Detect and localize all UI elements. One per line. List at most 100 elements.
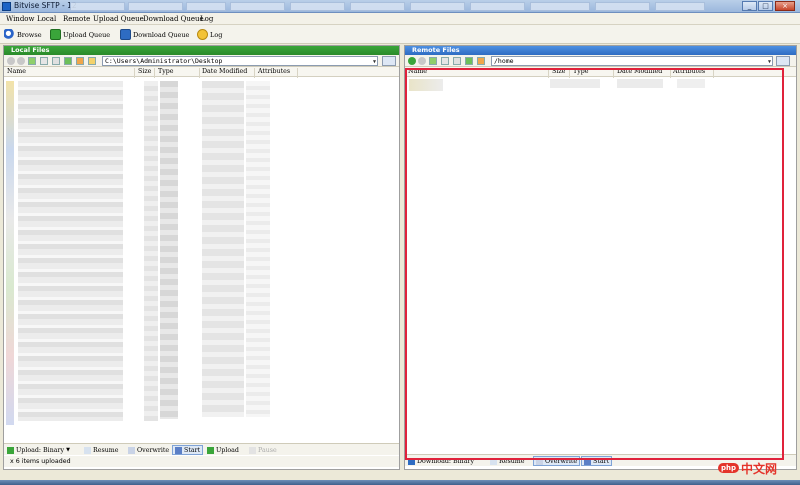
column-attributes[interactable]: Attributes	[258, 68, 290, 75]
pause-button[interactable]: Pause	[249, 445, 277, 455]
remote-path-input[interactable]: /home ▼	[491, 56, 773, 66]
resume-icon	[490, 457, 497, 465]
delete-icon[interactable]	[453, 57, 461, 65]
home-icon[interactable]	[477, 57, 485, 65]
column-size[interactable]: Size	[138, 68, 151, 75]
resume-button[interactable]: Resume	[490, 456, 524, 466]
up-folder-icon[interactable]	[28, 57, 36, 65]
local-transfer-bar: Upload: Binary ▼ Resume Overwrite Start …	[4, 443, 399, 455]
remote-files-pane: Remote Files /home ▼ Name Size Type Date…	[404, 45, 797, 470]
column-size[interactable]: Size	[552, 68, 565, 75]
upload-mode-icon	[7, 446, 14, 454]
taskbar-tab[interactable]	[595, 2, 650, 11]
refresh-icon[interactable]	[465, 57, 473, 65]
local-path-row: C:\Users\Administrator\Desktop ▼	[4, 55, 399, 67]
file-icon-column	[6, 81, 14, 425]
close-button[interactable]: ×	[775, 1, 795, 11]
taskbar-tab[interactable]	[530, 2, 590, 11]
upload-queue-button[interactable]: Upload Queue	[50, 27, 110, 42]
upload-mode-select[interactable]: Upload: Binary ▼	[7, 445, 70, 455]
download-mode-select[interactable]: Download: Binary	[408, 456, 474, 466]
windows-taskbar	[0, 480, 800, 485]
file-attr-column	[246, 81, 270, 417]
file-date-column	[202, 81, 244, 417]
folder-icon[interactable]	[88, 57, 96, 65]
start-button[interactable]: Start	[581, 456, 613, 466]
column-name[interactable]: Name	[7, 68, 26, 75]
overwrite-button[interactable]: Overwrite	[128, 445, 169, 455]
menu-log[interactable]: Log	[200, 15, 213, 23]
forward-icon[interactable]	[17, 57, 25, 65]
upload-arrow-icon	[50, 29, 61, 40]
taskbar-tab[interactable]	[186, 2, 226, 11]
menu-local[interactable]: Local	[37, 15, 56, 23]
log-icon	[197, 29, 208, 40]
app-icon	[2, 2, 11, 11]
local-files-pane: Local Files C:\Users\Administrator\Deskt…	[3, 45, 400, 470]
file-size-column	[144, 81, 158, 421]
overwrite-label: Overwrite	[545, 457, 578, 465]
file-name-column	[18, 81, 123, 421]
local-path-input[interactable]: C:\Users\Administrator\Desktop ▼	[102, 56, 378, 66]
new-folder-icon[interactable]	[40, 57, 48, 65]
remote-file-attr	[677, 79, 705, 88]
upload-queue-label: Upload Queue	[63, 30, 111, 39]
menu-download-queue[interactable]: Download Queue	[143, 15, 204, 23]
download-queue-button[interactable]: Download Queue	[120, 27, 189, 42]
refresh-icon[interactable]	[64, 57, 72, 65]
taskbar-tab[interactable]	[230, 2, 285, 11]
taskbar-tab[interactable]	[410, 2, 465, 11]
forward-icon[interactable]	[418, 57, 426, 65]
taskbar-tab[interactable]	[290, 2, 345, 11]
column-type[interactable]: Type	[158, 68, 174, 75]
column-date-modified[interactable]: Date Modified	[617, 68, 662, 75]
watermark-php: php	[718, 463, 740, 473]
magnifier-icon	[4, 29, 15, 40]
resume-label: Resume	[93, 446, 119, 454]
chevron-down-icon: ▼	[66, 447, 70, 453]
column-attributes[interactable]: Attributes	[673, 68, 705, 75]
column-date-modified[interactable]: Date Modified	[202, 68, 247, 75]
column-type[interactable]: Type	[573, 68, 589, 75]
local-path-text: C:\Users\Administrator\Desktop	[105, 57, 223, 65]
maximize-button[interactable]: □	[758, 1, 773, 11]
resume-button[interactable]: Resume	[84, 445, 118, 455]
menu-upload-queue[interactable]: Upload Queue	[93, 15, 144, 23]
remote-files-header: Remote Files	[405, 46, 796, 55]
remote-column-header: Name Size Type Date Modified Attributes	[405, 67, 796, 78]
chevron-down-icon[interactable]: ▼	[373, 58, 376, 66]
upload-label: Upload	[216, 446, 239, 454]
remote-file-list[interactable]	[405, 77, 796, 431]
back-icon[interactable]	[408, 57, 416, 65]
delete-icon[interactable]	[52, 57, 60, 65]
overwrite-button[interactable]: Overwrite	[533, 456, 581, 466]
new-folder-icon[interactable]	[441, 57, 449, 65]
pause-label: Pause	[258, 446, 277, 454]
remote-file-row[interactable]	[409, 79, 443, 91]
chevron-down-icon[interactable]: ▼	[768, 58, 771, 66]
view-mode-button[interactable]	[382, 56, 396, 66]
taskbar-tab[interactable]	[470, 2, 525, 11]
taskbar-tab[interactable]	[70, 2, 125, 11]
column-name[interactable]: Name	[408, 68, 427, 75]
browse-button[interactable]: Browse	[4, 27, 42, 42]
view-mode-button[interactable]	[776, 56, 790, 66]
menu-remote[interactable]: Remote	[63, 15, 90, 23]
taskbar-tab[interactable]	[128, 2, 183, 11]
remote-path-row: /home ▼	[405, 55, 796, 67]
log-button[interactable]: Log	[197, 27, 222, 42]
taskbar-tab[interactable]	[655, 2, 705, 11]
upload-button[interactable]: Upload	[207, 445, 239, 455]
menu-window[interactable]: Window	[6, 15, 35, 23]
overwrite-label: Overwrite	[137, 446, 170, 454]
up-folder-icon[interactable]	[429, 57, 437, 65]
start-button[interactable]: Start	[172, 445, 204, 455]
minimize-button[interactable]: _	[742, 1, 757, 11]
home-icon[interactable]	[76, 57, 84, 65]
download-mode-label: Download: Binary	[417, 457, 475, 465]
remote-file-size	[550, 79, 600, 88]
taskbar-tab[interactable]	[350, 2, 405, 11]
back-icon[interactable]	[7, 57, 15, 65]
local-file-list[interactable]	[4, 77, 399, 431]
log-label: Log	[210, 30, 223, 39]
